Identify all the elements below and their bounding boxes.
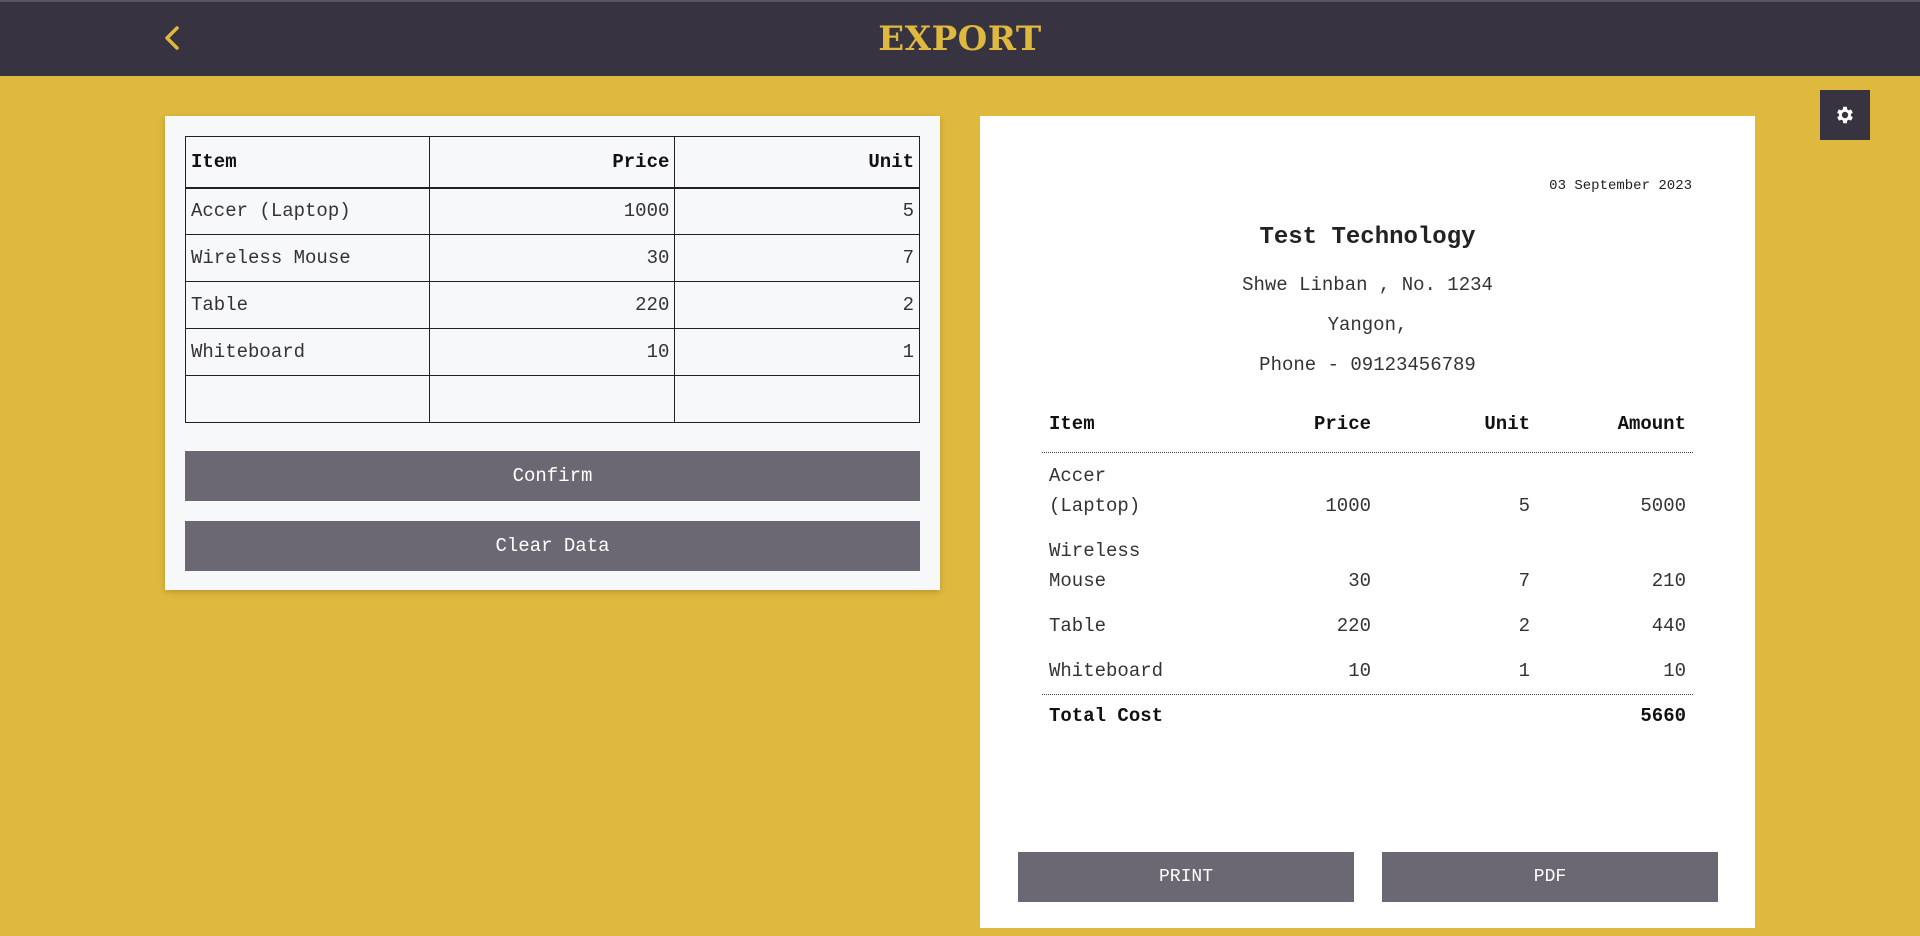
receipt-unit: 7 (1518, 570, 1530, 592)
receipt-table: Item Price Unit Amount Accer (Laptop) 10… (1042, 406, 1693, 727)
phone-line: Phone - 09123456789 (1259, 354, 1476, 376)
address-line-2: Yangon, (1327, 314, 1408, 336)
item-cell[interactable] (185, 375, 430, 423)
price-cell[interactable]: 220 (428, 281, 676, 329)
item-input-table: Item Price Unit Accer (Laptop) 1000 5 Wi… (185, 136, 920, 423)
table-row: Accer (Laptop) 1000 5 (185, 187, 920, 235)
unit-cell[interactable]: 1 (674, 328, 920, 376)
price-cell[interactable]: 30 (428, 234, 676, 282)
receipt-item: Whiteboard (1049, 660, 1164, 682)
price-cell[interactable]: 10 (428, 328, 676, 376)
total-label: Total Cost (1049, 705, 1164, 727)
total-spacer (1227, 705, 1371, 727)
receipt-price: 220 (1336, 615, 1371, 637)
unit-cell[interactable]: 7 (674, 234, 920, 282)
receipt-total-row: Total Cost 5660 (1042, 694, 1693, 727)
print-button[interactable]: PRINT (1018, 852, 1354, 902)
item-cell[interactable]: Whiteboard (185, 328, 430, 376)
receipt-row: Wireless Mouse 30 7 210 (1042, 536, 1693, 596)
receipt-item-line: Wireless (1049, 540, 1141, 562)
receipt-col-price: Price (1313, 413, 1371, 435)
settings-button[interactable] (1820, 90, 1870, 140)
input-panel: Item Price Unit Accer (Laptop) 1000 5 Wi… (165, 116, 940, 590)
table-header-row: Item Price Unit (185, 136, 920, 189)
page-title: EXPORT (878, 19, 1042, 59)
receipt-item-line: Accer (1049, 465, 1107, 487)
receipt-amount: 440 (1651, 615, 1686, 637)
unit-cell[interactable] (674, 375, 920, 423)
item-cell[interactable]: Wireless Mouse (185, 234, 430, 282)
receipt-preview: 03 September 2023 Test Technology Shwe L… (980, 116, 1755, 928)
receipt-price: 1000 (1325, 495, 1371, 517)
table-row: Table 220 2 (185, 281, 920, 329)
total-spacer (1371, 705, 1530, 727)
receipt-amount: 5000 (1640, 495, 1686, 517)
unit-cell[interactable]: 2 (674, 281, 920, 329)
column-header-unit: Unit (674, 136, 920, 189)
receipt-item-line: (Laptop) (1049, 495, 1141, 517)
item-cell[interactable]: Table (185, 281, 430, 329)
receipt-item-line: Mouse (1049, 570, 1107, 592)
gear-icon (1837, 106, 1853, 124)
price-cell[interactable]: 1000 (428, 187, 676, 235)
receipt-header-row: Item Price Unit Amount (1042, 406, 1693, 453)
receipt-row: Table 220 2 440 (1042, 611, 1693, 641)
column-header-price: Price (428, 136, 676, 189)
pdf-button[interactable]: PDF (1382, 852, 1718, 902)
price-cell[interactable] (428, 375, 676, 423)
receipt-price: 30 (1348, 570, 1371, 592)
total-value: 5660 (1640, 705, 1686, 727)
receipt-item: Accer (Laptop) (1042, 461, 1227, 521)
receipt-item: Wireless Mouse (1042, 536, 1227, 596)
receipt-col-item: Item (1049, 413, 1095, 435)
address-line-1: Shwe Linban , No. 1234 (1242, 274, 1493, 296)
unit-cell[interactable]: 5 (674, 187, 920, 235)
table-row: Whiteboard 10 1 (185, 328, 920, 376)
column-header-item: Item (185, 136, 430, 189)
confirm-button[interactable]: Confirm (185, 451, 920, 501)
receipt-row: Whiteboard 10 1 10 (1042, 656, 1693, 686)
receipt-row: Accer (Laptop) 1000 5 5000 (1042, 461, 1693, 521)
receipt-price: 10 (1348, 660, 1371, 682)
receipt-unit: 1 (1518, 660, 1530, 682)
receipt-unit: 2 (1518, 615, 1530, 637)
receipt-col-unit: Unit (1484, 413, 1530, 435)
receipt-date: 03 September 2023 (1549, 178, 1692, 194)
item-cell[interactable]: Accer (Laptop) (185, 187, 430, 235)
receipt-amount: 10 (1663, 660, 1686, 682)
table-row: Wireless Mouse 30 7 (185, 234, 920, 282)
table-row-empty (185, 375, 920, 423)
receipt-item: Table (1049, 615, 1107, 637)
clear-data-button[interactable]: Clear Data (185, 521, 920, 571)
receipt-amount: 210 (1651, 570, 1686, 592)
receipt-col-amount: Amount (1617, 413, 1686, 435)
top-bar: EXPORT (0, 0, 1920, 76)
receipt-unit: 5 (1518, 495, 1530, 517)
company-name: Test Technology (1259, 224, 1476, 251)
